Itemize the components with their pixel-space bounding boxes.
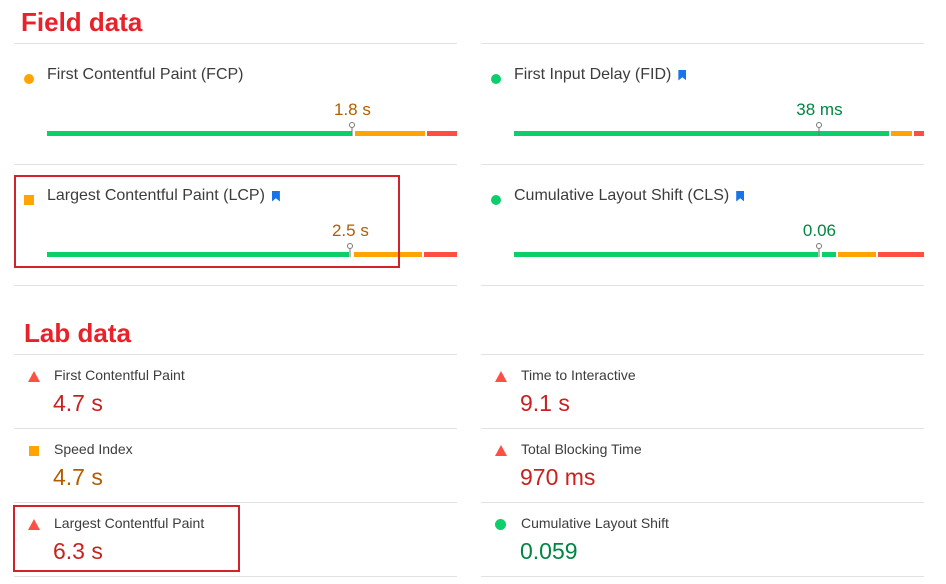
marker (351, 128, 353, 136)
marker-pin (816, 122, 823, 128)
status-dot-average (24, 74, 34, 84)
metric-name: First Contentful Paint (FCP) (47, 66, 244, 83)
status-triangle-poor (495, 371, 507, 382)
distribution-bar (514, 122, 924, 136)
highlight-box-lab-lcp (13, 505, 240, 572)
lab-metric-speed-index: Speed Index 4.7 s (14, 429, 457, 503)
bar-average (891, 131, 912, 136)
metric-name: Speed Index (54, 441, 133, 457)
bookmark-icon[interactable] (736, 190, 745, 202)
bar-good (47, 131, 352, 136)
field-metric-cls: Cumulative Layout Shift (CLS) 0.06 (481, 165, 924, 285)
marker (818, 128, 820, 136)
field-metric-fcp: First Contentful Paint (FCP) 1.8 s (14, 44, 457, 164)
lab-data-title: Lab data (24, 318, 131, 348)
divider (14, 285, 457, 286)
status-square-average (29, 446, 39, 456)
field-data-title: Field data (21, 7, 143, 37)
bar-average (838, 252, 876, 257)
lab-metric-tbt: Total Blocking Time 970 ms (481, 429, 924, 503)
status-dot-good (495, 519, 506, 530)
marker-pin (349, 122, 356, 128)
metric-name: Cumulative Layout Shift (CLS) (514, 187, 745, 205)
metric-value: 4.7 s (53, 464, 103, 490)
divider (481, 285, 924, 286)
divider (481, 576, 924, 577)
bar-good (514, 252, 818, 257)
status-dot-good (491, 195, 501, 205)
metric-name: Total Blocking Time (521, 441, 642, 457)
divider (14, 576, 457, 577)
status-triangle-poor (28, 371, 40, 382)
lab-metric-fcp: First Contentful Paint 4.7 s (14, 355, 457, 429)
metric-value: 38 ms (796, 100, 843, 119)
metric-value: 970 ms (520, 464, 596, 490)
bookmark-icon[interactable] (678, 69, 687, 81)
metric-value: 4.7 s (53, 390, 103, 416)
metric-name: First Contentful Paint (54, 367, 185, 383)
bar-poor (427, 131, 457, 136)
metric-value: 9.1 s (520, 390, 570, 416)
distribution-bar (47, 122, 457, 136)
metric-name: Cumulative Layout Shift (521, 515, 669, 531)
marker (818, 249, 820, 257)
field-metric-fid: First Input Delay (FID) 38 ms (481, 44, 924, 164)
bar-good (514, 131, 889, 136)
status-dot-good (491, 74, 501, 84)
lab-metric-tti: Time to Interactive 9.1 s (481, 355, 924, 429)
bar-average (355, 131, 425, 136)
highlight-box-field-lcp (14, 175, 400, 268)
bar-poor (914, 131, 924, 136)
bar-poor (878, 252, 924, 257)
metric-value: 0.06 (802, 221, 836, 240)
metric-name: Time to Interactive (521, 367, 636, 383)
metric-value: 1.8 s (334, 100, 371, 119)
metric-name: First Input Delay (FID) (514, 66, 687, 84)
bar-poor (424, 252, 457, 257)
lab-metric-cls: Cumulative Layout Shift 0.059 (481, 503, 924, 577)
status-triangle-poor (495, 445, 507, 456)
metric-value: 0.059 (520, 538, 578, 564)
distribution-bar (514, 243, 924, 257)
bar-good-tail (822, 252, 836, 257)
marker-pin (816, 243, 823, 249)
